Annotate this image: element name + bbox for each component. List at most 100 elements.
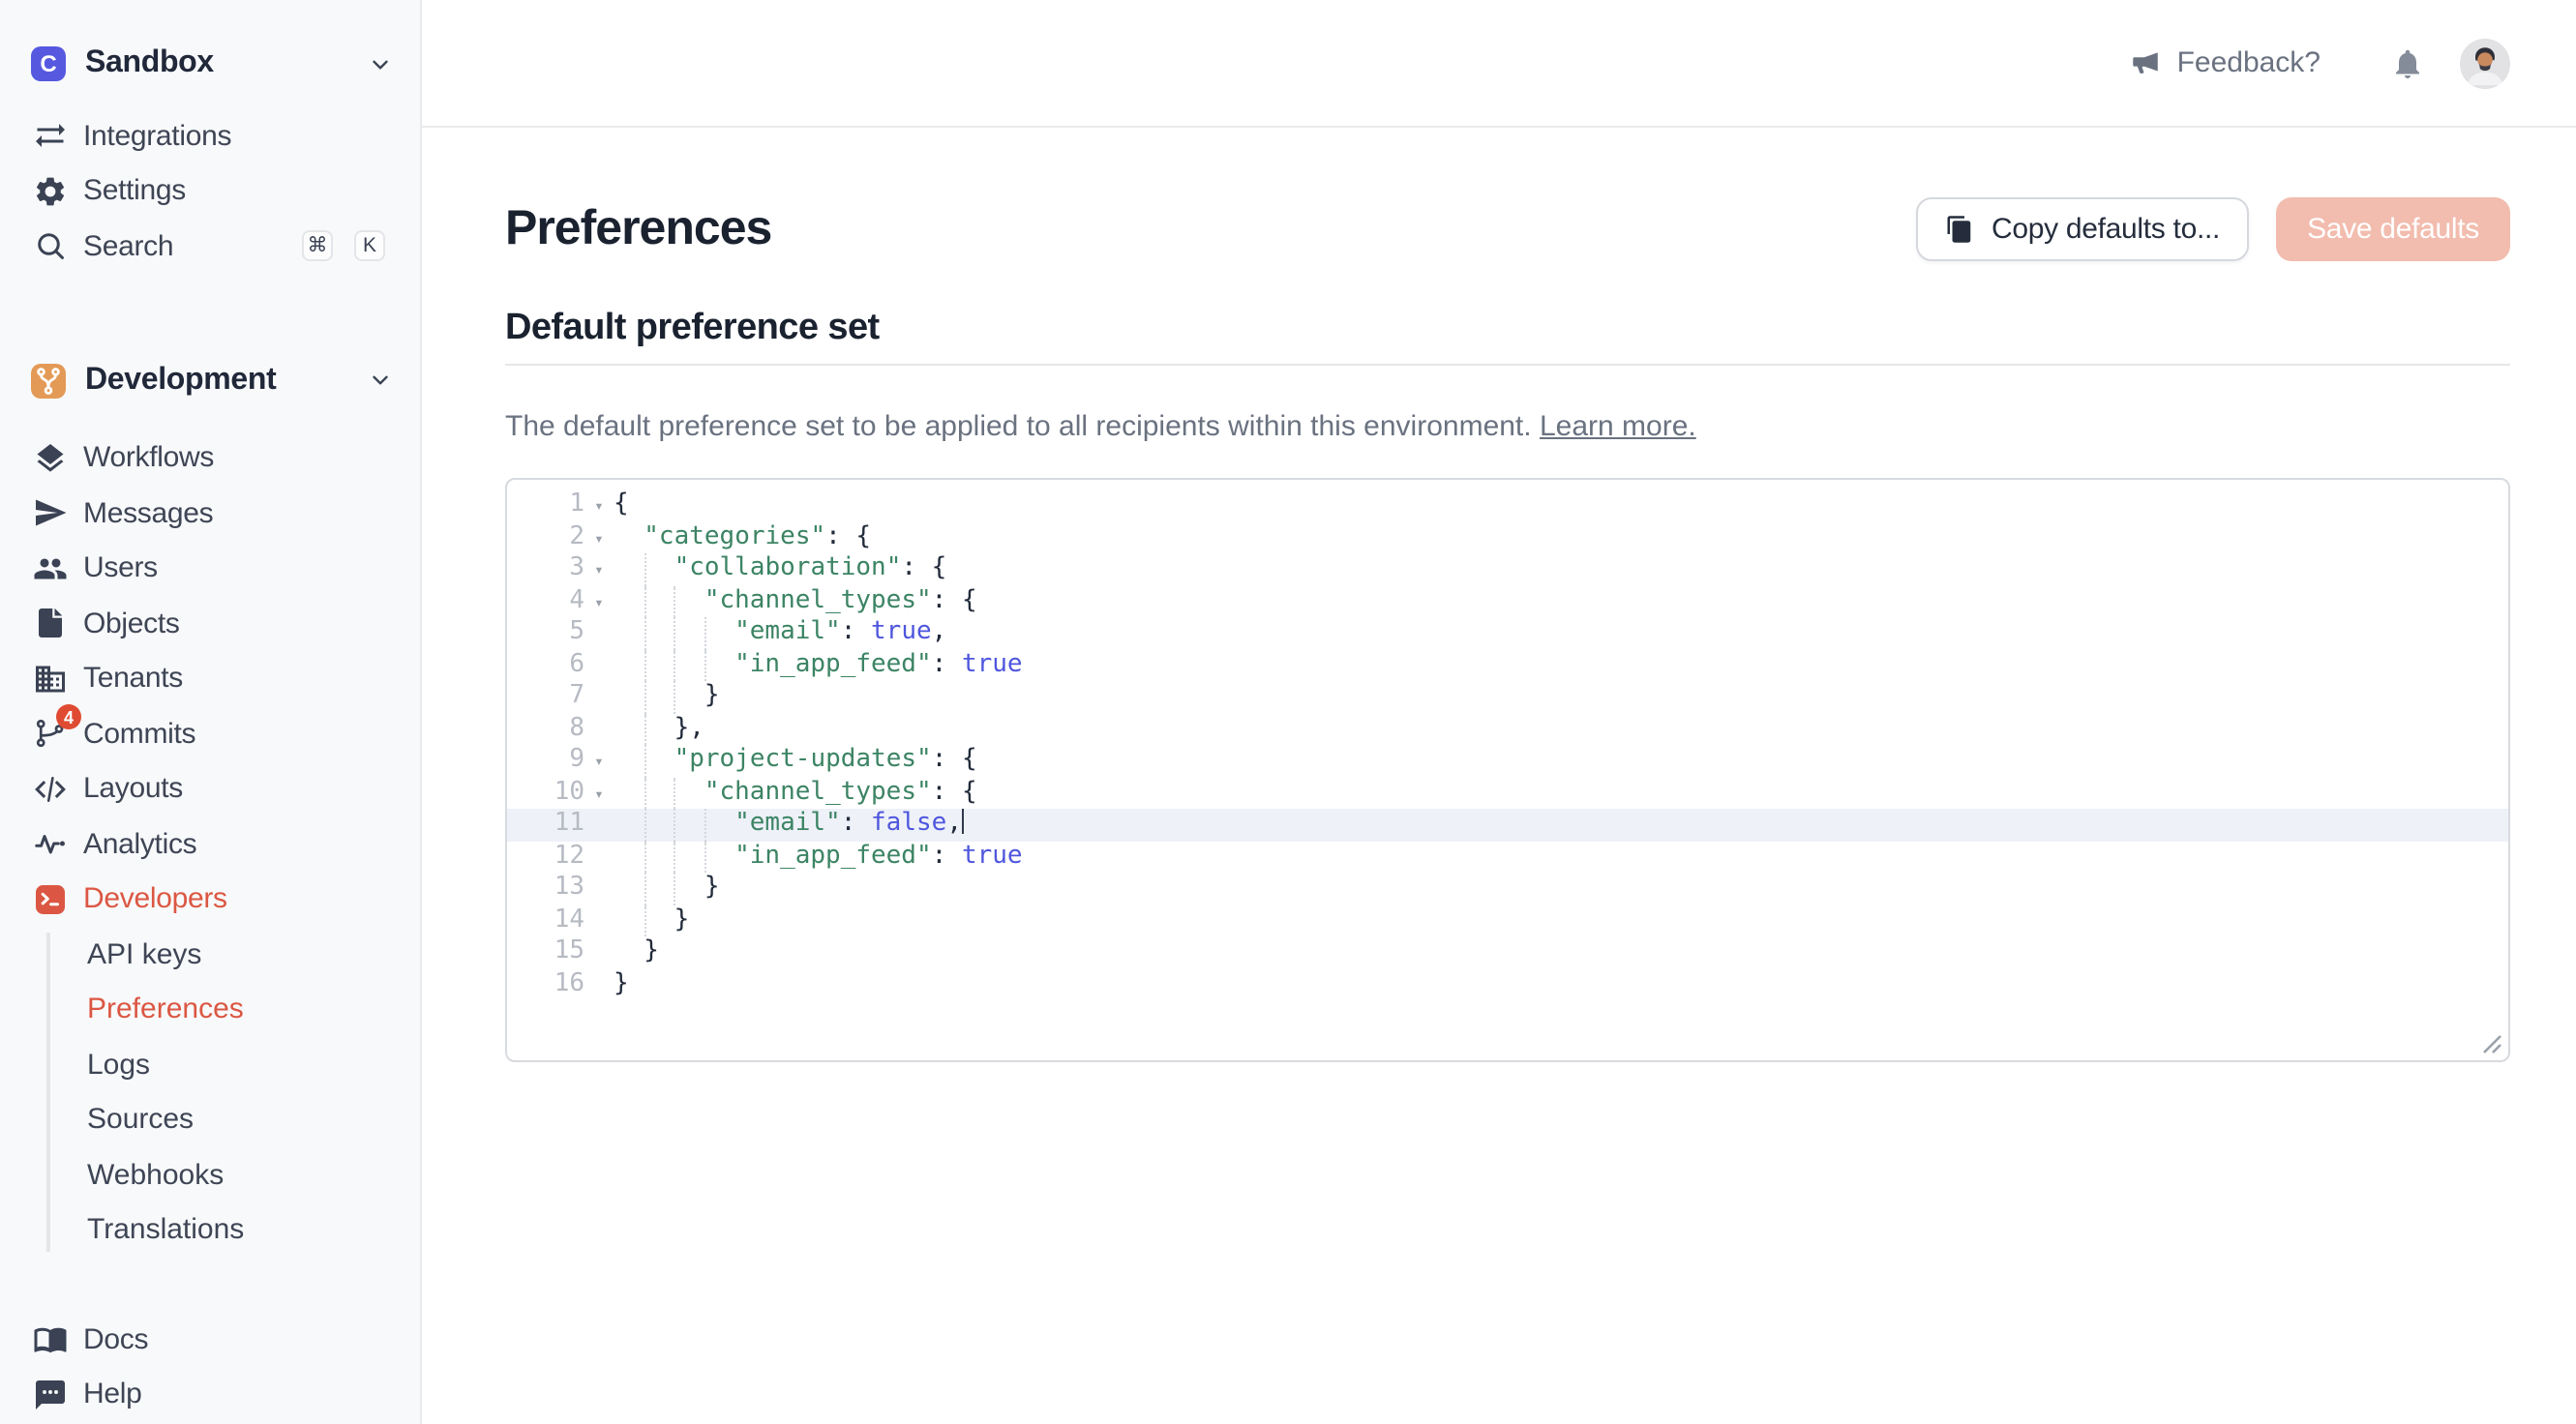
sidebar-item-label: Messages xyxy=(83,497,385,530)
feedback-button[interactable]: Feedback? xyxy=(2129,46,2321,79)
sidebar-item-label: Help xyxy=(83,1379,385,1411)
save-defaults-button[interactable]: Save defaults xyxy=(2276,197,2510,261)
chat-bubble-icon xyxy=(33,1378,68,1412)
sidebar-item-label: Translations xyxy=(87,1214,244,1247)
notifications-bell-icon[interactable] xyxy=(2390,45,2425,80)
sidebar-item-label: Settings xyxy=(83,175,385,208)
fold-spacer xyxy=(584,617,614,649)
environment-badge-icon xyxy=(31,363,66,398)
document-icon xyxy=(33,607,68,641)
book-icon xyxy=(33,1322,68,1357)
line-number: 11 xyxy=(507,809,584,841)
code-text: "collaboration": { xyxy=(614,553,2508,585)
resize-handle-icon[interactable] xyxy=(2481,1033,2502,1054)
environment-switcher[interactable]: Development xyxy=(31,355,393,405)
sidebar-item-search[interactable]: Search ⌘ K xyxy=(0,219,420,274)
fold-arrow-icon[interactable]: ▾ xyxy=(584,521,614,553)
copy-defaults-label: Copy defaults to... xyxy=(1992,213,2220,246)
fold-spacer xyxy=(584,905,614,936)
preferences-page: Preferences Copy defaults to... Save def… xyxy=(422,128,2576,1062)
sidebar-item-objects[interactable]: Objects xyxy=(0,596,420,651)
sidebar-item-label: Analytics xyxy=(83,828,385,861)
sidebar-item-messages[interactable]: Messages xyxy=(0,486,420,541)
sidebar-item-label: Docs xyxy=(83,1323,385,1356)
line-number: 12 xyxy=(507,841,584,873)
fold-arrow-icon[interactable]: ▾ xyxy=(584,777,614,809)
sidebar-item-sources[interactable]: Sources xyxy=(0,1092,420,1147)
code-text: } xyxy=(614,681,2508,713)
editor-line-16[interactable]: 16} xyxy=(507,968,2508,1000)
topbar: Feedback? xyxy=(422,0,2576,128)
sidebar-item-settings[interactable]: Settings xyxy=(0,163,420,219)
editor-line-13[interactable]: 13} xyxy=(507,873,2508,905)
editor-line-3[interactable]: 3▾"collaboration": { xyxy=(507,553,2508,585)
sidebar-item-webhooks[interactable]: Webhooks xyxy=(0,1147,420,1202)
sidebar-item-logs[interactable]: Logs xyxy=(0,1037,420,1092)
sidebar-item-commits[interactable]: 4 Commits xyxy=(0,706,420,761)
sidebar-item-label: Layouts xyxy=(83,773,385,806)
copy-defaults-button[interactable]: Copy defaults to... xyxy=(1916,197,2249,261)
editor-line-15[interactable]: 15} xyxy=(507,936,2508,968)
code-text: "project-updates": { xyxy=(614,745,2508,777)
fold-arrow-icon[interactable]: ▾ xyxy=(584,585,614,617)
shortcut-cmd-key: ⌘ xyxy=(302,231,333,262)
editor-line-6[interactable]: 6"in_app_feed": true xyxy=(507,649,2508,681)
building-icon xyxy=(33,662,68,697)
learn-more-link[interactable]: Learn more. xyxy=(1540,410,1696,443)
fold-arrow-icon[interactable]: ▾ xyxy=(584,745,614,777)
editor-line-12[interactable]: 12 "in_app_feed": true xyxy=(507,841,2508,873)
sidebar-item-developers[interactable]: Developers xyxy=(0,872,420,927)
code-text: "channel_types": { xyxy=(614,585,2508,617)
workspace-switcher[interactable]: C Sandbox xyxy=(31,39,393,89)
editor-line-2[interactable]: 2▾"categories": { xyxy=(507,521,2508,553)
sidebar-item-translations[interactable]: Translations xyxy=(0,1202,420,1258)
fold-arrow-icon[interactable]: ▾ xyxy=(584,490,614,521)
sidebar-item-integrations[interactable]: Integrations xyxy=(0,108,420,163)
save-defaults-label: Save defaults xyxy=(2307,213,2479,246)
search-icon xyxy=(33,229,68,264)
sidebar-item-users[interactable]: Users xyxy=(0,541,420,596)
text-cursor xyxy=(962,809,965,834)
code-text: } xyxy=(614,905,2508,936)
sidebar-item-api-keys[interactable]: API keys xyxy=(0,927,420,982)
editor-line-4[interactable]: 4▾"channel_types": { xyxy=(507,585,2508,617)
line-number: 10 xyxy=(507,777,584,809)
environment-name: Development xyxy=(85,363,348,398)
code-text: "in_app_feed": true xyxy=(614,649,2508,681)
sidebar-item-label: Search xyxy=(83,230,281,263)
fold-spacer xyxy=(584,873,614,905)
section-divider xyxy=(505,364,2510,366)
fold-arrow-icon[interactable]: ▾ xyxy=(584,553,614,585)
sidebar-item-tenants[interactable]: Tenants xyxy=(0,651,420,706)
editor-line-1[interactable]: 1▾{ xyxy=(507,490,2508,521)
editor-line-7[interactable]: 7} xyxy=(507,681,2508,713)
sidebar-item-label: Logs xyxy=(87,1049,150,1082)
sidebar-env-nav: Workflows Messages Users Objects xyxy=(0,430,420,1258)
layers-icon xyxy=(33,441,68,476)
editor-line-11[interactable]: 11"email": false, xyxy=(507,809,2508,841)
copy-icon xyxy=(1945,215,1974,244)
sidebar-item-label: Commits xyxy=(83,718,385,751)
editor-line-9[interactable]: 9▾"project-updates": { xyxy=(507,745,2508,777)
editor-line-5[interactable]: 5"email": true, xyxy=(507,617,2508,649)
sidebar-item-help[interactable]: Help xyxy=(0,1367,420,1422)
sidebar-item-preferences[interactable]: Preferences xyxy=(0,982,420,1037)
line-number: 7 xyxy=(507,681,584,713)
code-text: } xyxy=(614,936,2508,968)
line-number: 5 xyxy=(507,617,584,649)
sidebar-item-docs[interactable]: Docs xyxy=(0,1312,420,1367)
integrations-icon xyxy=(33,119,68,154)
fold-spacer xyxy=(584,968,614,1000)
section-description: The default preference set to be applied… xyxy=(505,406,2510,449)
sidebar-item-workflows[interactable]: Workflows xyxy=(0,430,420,486)
editor-line-8[interactable]: 8}, xyxy=(507,713,2508,745)
sidebar-item-layouts[interactable]: Layouts xyxy=(0,761,420,816)
preferences-json-editor[interactable]: 1▾{2▾"categories": {3▾"collaboration": {… xyxy=(505,478,2510,1062)
sidebar-item-analytics[interactable]: Analytics xyxy=(0,816,420,872)
user-avatar[interactable] xyxy=(2460,38,2510,88)
editor-line-10[interactable]: 10▾"channel_types": { xyxy=(507,777,2508,809)
editor-line-14[interactable]: 14} xyxy=(507,905,2508,936)
sidebar-item-label: Objects xyxy=(83,608,385,640)
line-number: 4 xyxy=(507,585,584,617)
code-text: "in_app_feed": true xyxy=(614,841,2508,873)
